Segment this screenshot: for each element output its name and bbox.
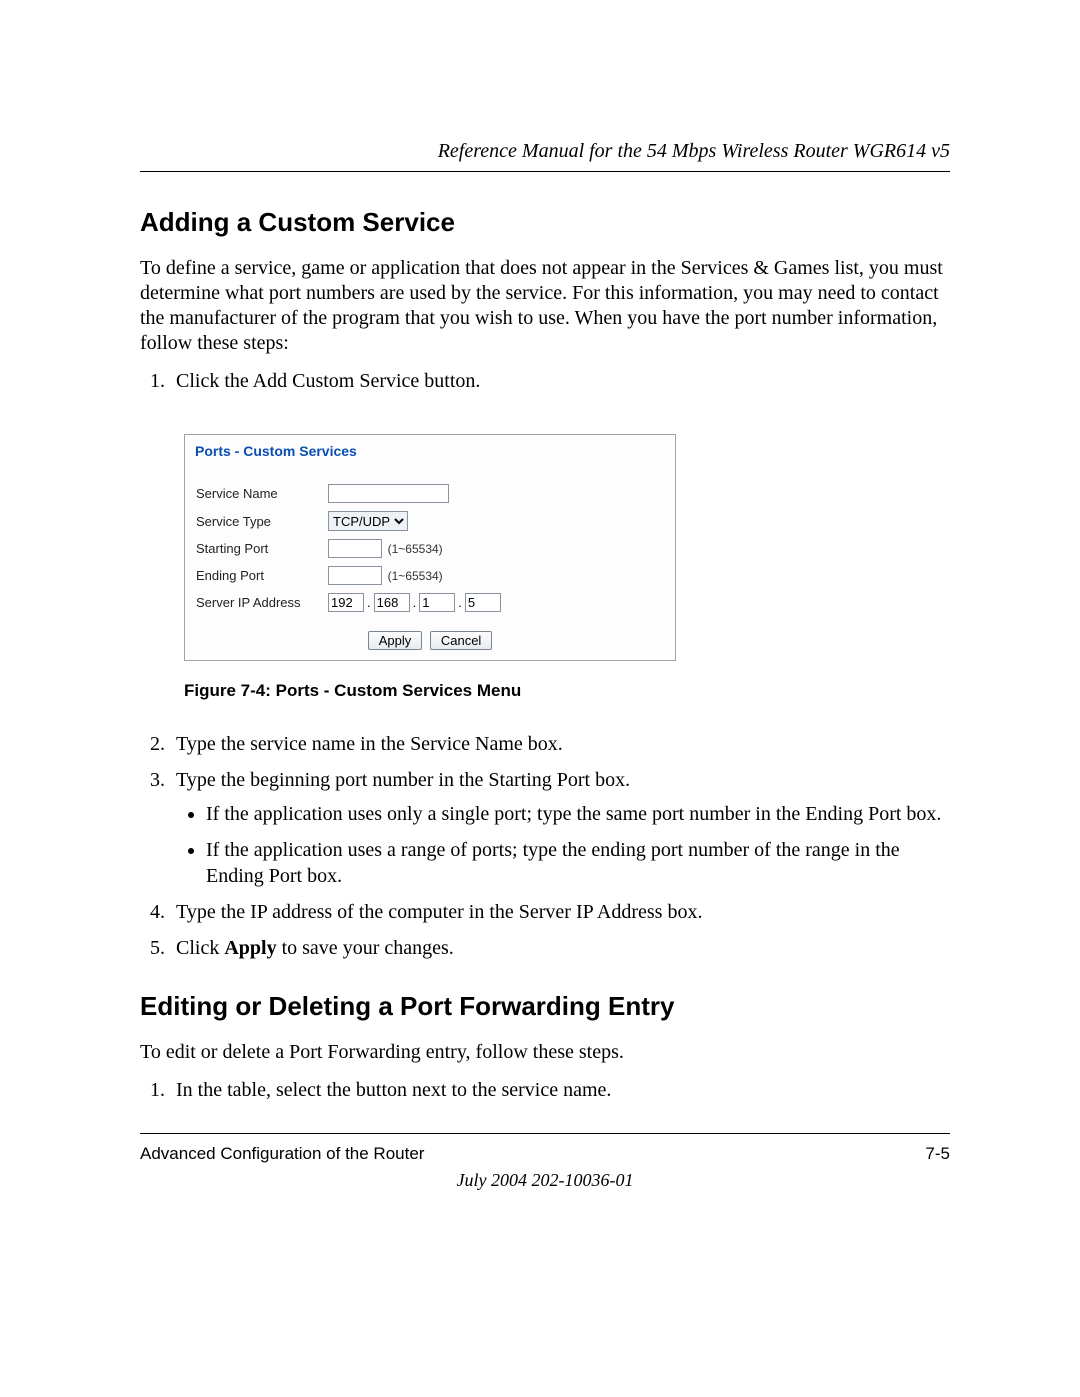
section-heading-editing: Editing or Deleting a Port Forwarding En… bbox=[140, 991, 950, 1022]
cancel-button[interactable]: Cancel bbox=[430, 631, 492, 650]
ip-dot: . bbox=[455, 595, 465, 610]
service-name-input[interactable] bbox=[328, 484, 449, 503]
ip-octet-1[interactable] bbox=[328, 593, 364, 612]
label-starting-port: Starting Port bbox=[195, 538, 327, 559]
panel-form-table: Service Name Service Type TCP/UDP Starti… bbox=[195, 477, 502, 619]
footer-left: Advanced Configuration of the Router bbox=[140, 1144, 424, 1164]
ip-octet-2[interactable] bbox=[374, 593, 410, 612]
figure-7-4: Ports - Custom Services Service Name Ser… bbox=[184, 434, 950, 701]
steps-list-after: Type the service name in the Service Nam… bbox=[140, 731, 950, 961]
ports-custom-services-panel: Ports - Custom Services Service Name Ser… bbox=[184, 434, 676, 661]
figure-caption: Figure 7-4: Ports - Custom Services Menu bbox=[184, 681, 950, 701]
apply-button[interactable]: Apply bbox=[368, 631, 423, 650]
intro-paragraph: To define a service, game or application… bbox=[140, 256, 950, 356]
starting-port-range: (1~65534) bbox=[388, 542, 443, 556]
step-5: Click Apply to save your changes. bbox=[170, 935, 950, 961]
header-rule bbox=[140, 171, 950, 172]
starting-port-input[interactable] bbox=[328, 539, 382, 558]
step-3-bullet-1: If the application uses only a single po… bbox=[206, 801, 950, 827]
page-footer: Advanced Configuration of the Router 7-5 bbox=[140, 1144, 950, 1164]
panel-title: Ports - Custom Services bbox=[195, 443, 665, 459]
step-1: Click the Add Custom Service button. bbox=[170, 368, 950, 394]
step-2: Type the service name in the Service Nam… bbox=[170, 731, 950, 757]
running-head: Reference Manual for the 54 Mbps Wireles… bbox=[140, 140, 950, 163]
ip-octet-4[interactable] bbox=[465, 593, 501, 612]
step-4: Type the IP address of the computer in t… bbox=[170, 899, 950, 925]
ending-port-input[interactable] bbox=[328, 566, 382, 585]
footer-date: July 2004 202-10036-01 bbox=[140, 1170, 950, 1191]
step-5-post: to save your changes. bbox=[277, 937, 454, 959]
step-5-bold: Apply bbox=[224, 937, 276, 959]
ending-port-range: (1~65534) bbox=[388, 569, 443, 583]
document-page: Reference Manual for the 54 Mbps Wireles… bbox=[0, 0, 1080, 1251]
label-server-ip: Server IP Address bbox=[195, 592, 327, 613]
step-3-bullet-2: If the application uses a range of ports… bbox=[206, 837, 950, 889]
footer-rule bbox=[140, 1133, 950, 1134]
label-ending-port: Ending Port bbox=[195, 565, 327, 586]
ip-octet-3[interactable] bbox=[419, 593, 455, 612]
step-5-pre: Click bbox=[176, 937, 224, 959]
section2-step-1: In the table, select the button next to … bbox=[170, 1077, 950, 1103]
section-heading-adding: Adding a Custom Service bbox=[140, 207, 950, 238]
section2-intro: To edit or delete a Port Forwarding entr… bbox=[140, 1040, 950, 1065]
steps-list-top: Click the Add Custom Service button. bbox=[140, 368, 950, 394]
section2-steps: In the table, select the button next to … bbox=[140, 1077, 950, 1103]
step-3: Type the beginning port number in the St… bbox=[170, 767, 950, 889]
service-type-select[interactable]: TCP/UDP bbox=[328, 511, 408, 531]
ip-dot: . bbox=[410, 595, 420, 610]
label-service-type: Service Type bbox=[195, 510, 327, 532]
label-service-name: Service Name bbox=[195, 483, 327, 504]
ip-dot: . bbox=[364, 595, 374, 610]
footer-right: 7-5 bbox=[925, 1144, 950, 1164]
step-3-text: Type the beginning port number in the St… bbox=[176, 769, 630, 791]
step-3-bullets: If the application uses only a single po… bbox=[176, 801, 950, 889]
